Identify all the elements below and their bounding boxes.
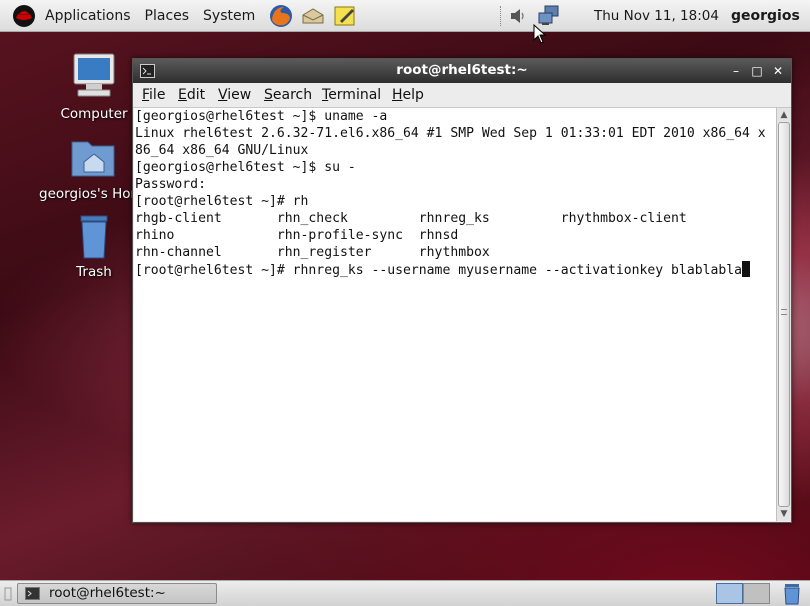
panel-separator: [500, 6, 501, 26]
menu-label: earch: [272, 87, 313, 103]
menu-edit[interactable]: Edit: [178, 87, 205, 103]
terminal-output[interactable]: [georgios@rhel6test ~]$ uname -a Linux r…: [134, 108, 776, 521]
menu-label: erminal: [328, 87, 382, 103]
applications-menu[interactable]: Applications: [38, 0, 138, 32]
bottom-panel: root@rhel6test:~: [0, 580, 810, 606]
command-text: [root@rhel6test ~]# rhnreg_ks --username…: [135, 263, 742, 278]
terminal-line: Password:: [135, 177, 206, 192]
vertical-scrollbar[interactable]: ▲ ▼: [776, 108, 791, 521]
menu-label: dit: [186, 87, 206, 103]
terminal-line: rhn-channel rhn_register rhythmbox: [135, 245, 490, 260]
menu-terminal[interactable]: Terminal: [322, 87, 381, 103]
maximize-button[interactable]: □: [749, 63, 765, 79]
desktop-icon-label: georgios's Home: [39, 186, 133, 202]
minimize-button[interactable]: –: [728, 63, 744, 79]
places-menu[interactable]: Places: [138, 0, 197, 32]
redhat-logo-icon[interactable]: [12, 4, 36, 28]
taskbar-button-terminal[interactable]: root@rhel6test:~: [17, 583, 217, 604]
terminal-line: 86_64 x86_64 GNU/Linux: [135, 143, 309, 158]
menu-bar: File Edit View Search Terminal Help: [133, 83, 791, 108]
terminal-app-icon: [25, 587, 40, 600]
scroll-down-arrow-icon[interactable]: ▼: [777, 508, 791, 521]
terminal-line: [georgios@rhel6test ~]$ uname -a: [135, 109, 388, 124]
window-title: root@rhel6test:~: [396, 62, 528, 78]
top-panel: Applications Places System Thu Nov 11, 1…: [0, 0, 810, 32]
user-menu[interactable]: georgios: [731, 0, 800, 32]
menu-label: elp: [402, 87, 424, 103]
workspace-1[interactable]: [716, 583, 743, 604]
terminal-line: rhgb-client rhn_check rhnreg_ks rhythmbo…: [135, 211, 687, 226]
terminal-line: [root@rhel6test ~]# rh: [135, 194, 309, 209]
menu-label: ile: [149, 87, 166, 103]
mail-icon[interactable]: [300, 3, 326, 29]
menu-label: iew: [227, 87, 252, 103]
system-menu[interactable]: System: [196, 0, 262, 32]
volume-icon[interactable]: [509, 4, 527, 28]
terminal-line: rhino rhn-profile-sync rhnsd: [135, 228, 459, 243]
title-bar[interactable]: root@rhel6test:~ – □ ✕: [133, 59, 791, 83]
text-cursor: [742, 261, 750, 277]
scroll-thumb[interactable]: [778, 122, 790, 507]
show-desktop-handle-icon[interactable]: [4, 587, 12, 601]
computer-icon: [73, 53, 115, 97]
taskbar-button-label: root@rhel6test:~: [49, 585, 166, 601]
scroll-up-arrow-icon[interactable]: ▲: [777, 109, 791, 122]
menu-search[interactable]: Search: [264, 87, 312, 103]
terminal-line: [georgios@rhel6test ~]$ su -: [135, 160, 356, 175]
mouse-pointer-icon: [533, 24, 547, 44]
close-button[interactable]: ✕: [770, 63, 786, 79]
notes-icon[interactable]: [332, 3, 358, 29]
grip-icon: [781, 309, 787, 315]
menu-mnemonic: E: [178, 87, 187, 103]
menu-mnemonic: H: [392, 87, 403, 103]
terminal-command-line[interactable]: [root@rhel6test ~]# rhnreg_ks --username…: [134, 261, 776, 278]
menu-mnemonic: V: [218, 87, 228, 103]
home-folder-icon: [71, 141, 115, 177]
menu-help[interactable]: Help: [392, 87, 424, 103]
menu-file[interactable]: File: [142, 87, 165, 103]
trash-applet-icon[interactable]: [780, 583, 804, 605]
terminal-window[interactable]: root@rhel6test:~ – □ ✕ File Edit View Se…: [132, 58, 792, 523]
firefox-icon[interactable]: [268, 3, 294, 29]
workspace-2[interactable]: [743, 583, 770, 604]
menu-mnemonic: F: [142, 87, 150, 103]
menu-mnemonic: S: [264, 87, 273, 103]
clock[interactable]: Thu Nov 11, 18:04: [594, 0, 719, 32]
menu-view[interactable]: View: [218, 87, 251, 103]
terminal-line: Linux rhel6test 2.6.32-71.el6.x86_64 #1 …: [135, 126, 766, 141]
trash-icon: [80, 215, 108, 259]
